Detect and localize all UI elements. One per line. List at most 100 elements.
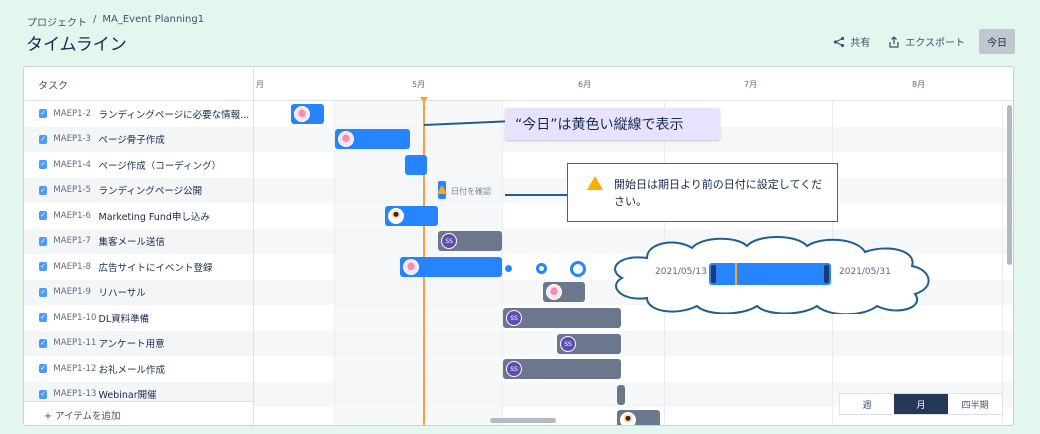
breadcrumb: プロジェクト / MA_Event Planning1 (27, 14, 204, 29)
today-line-zoomed (735, 263, 737, 285)
vertical-scrollbar[interactable] (1007, 105, 1012, 265)
task-summary[interactable]: ページ作成（コーディング） (99, 158, 254, 172)
bar-maep1-12[interactable]: SS (503, 359, 621, 379)
export-button[interactable]: エクスポート (884, 31, 969, 52)
share-button[interactable]: 共有 (829, 31, 874, 52)
task-summary[interactable]: DL資料準備 (99, 311, 254, 325)
task-key[interactable]: MAEP1-8 (53, 262, 96, 272)
share-label: 共有 (850, 38, 871, 49)
task-column-header: タスク (24, 67, 253, 101)
today-button[interactable]: 今日 (979, 29, 1015, 54)
bar-maep1-7[interactable]: SS (438, 231, 502, 251)
month-label: 5月 (412, 80, 426, 89)
task-key[interactable]: MAEP1-13 (53, 389, 96, 399)
drag-dot (505, 265, 512, 272)
warning-callout: 開始日は期日より前の日付に設定してください。 (567, 163, 838, 222)
avatar (294, 106, 310, 122)
task-key[interactable]: MAEP1-11 (53, 338, 96, 348)
task-key[interactable]: MAEP1-7 (53, 236, 96, 246)
avatar (338, 131, 354, 147)
bar-extra[interactable] (617, 410, 660, 425)
top-actions: 共有 エクスポート 今日 (829, 29, 1015, 54)
page-title: タイムライン (26, 35, 127, 55)
task-summary[interactable]: お礼メール作成 (99, 362, 254, 376)
drag-dot (570, 261, 586, 277)
task-key[interactable]: MAEP1-5 (53, 185, 96, 195)
view-week-button[interactable]: 週 (840, 394, 894, 414)
avatar (546, 284, 562, 300)
task-list: タスク ✓ MAEP1-2 ランディングページに必要な情報... ✓ MAEP1-3 ペー… (24, 67, 254, 425)
task-summary[interactable]: 広告サイトにイベント登録 (99, 260, 254, 274)
bar-maep1-4[interactable] (405, 155, 427, 175)
task-row[interactable]: ✓ MAEP1-10 DL資料準備 (24, 305, 253, 331)
task-summary[interactable]: アンケート用意 (99, 336, 254, 350)
bar-maep1-8[interactable] (400, 257, 502, 277)
month-label: 月 (256, 80, 264, 89)
export-label: エクスポート (905, 38, 965, 49)
view-month-button[interactable]: 月 (894, 394, 948, 414)
bar-maep1-2[interactable] (291, 104, 324, 124)
avatar: SS (506, 310, 522, 326)
warning-icon (437, 185, 447, 194)
warning-text: 開始日は期日より前の日付に設定してください。 (614, 178, 823, 208)
task-row[interactable]: ✓ MAEP1-7 集客メール送信 (24, 228, 254, 254)
task-summary[interactable]: ページ骨子作成 (99, 132, 254, 146)
zoomed-bar-area: 2021/05/13 2021/05/31 (647, 260, 897, 288)
task-summary[interactable]: 集客メール送信 (99, 234, 254, 248)
task-key[interactable]: MAEP1-3 (53, 134, 96, 144)
task-row[interactable]: ✓ MAEP1-6 Marketing Fund申し込み (24, 203, 253, 229)
confirm-date-label[interactable]: 日付を確認 (451, 186, 491, 197)
checkbox-icon: ✓ (39, 211, 48, 221)
month-label: 8月 (912, 80, 926, 89)
bar-maep1-11[interactable]: SS (557, 334, 621, 354)
resize-handle-end[interactable] (824, 265, 829, 283)
share-icon (834, 36, 845, 47)
today-callout: “今日”は黄色い縦線で表示 (505, 108, 720, 140)
bar-maep1-9[interactable] (543, 282, 585, 302)
task-key[interactable]: MAEP1-2 (53, 109, 96, 119)
task-key[interactable]: MAEP1-6 (53, 211, 96, 221)
task-summary[interactable]: Marketing Fund申し込み (99, 209, 254, 223)
bar-maep1-10[interactable]: SS (503, 308, 621, 328)
checkbox-icon: ✓ (39, 185, 48, 195)
task-row[interactable]: ✓ MAEP1-9 リハーサル (24, 279, 254, 305)
task-key[interactable]: MAEP1-9 (53, 287, 96, 297)
task-row[interactable]: ✓ MAEP1-2 ランディングページに必要な情報... (24, 101, 253, 127)
task-row[interactable]: ✓ MAEP1-8 広告サイトにイベント登録 (24, 254, 253, 280)
checkbox-icon: ✓ (39, 109, 48, 119)
month-label: 7月 (744, 80, 758, 89)
task-key[interactable]: MAEP1-10 (53, 313, 96, 323)
add-item-button[interactable]: + アイテムを追加 (24, 401, 253, 425)
task-row[interactable]: ✓ MAEP1-11 アンケート用意 (24, 330, 254, 356)
view-quarter-button[interactable]: 四半期 (948, 394, 1002, 414)
breadcrumb-separator: / (93, 14, 97, 25)
task-row[interactable]: ✓ MAEP1-4 ページ作成（コーディング） (24, 152, 253, 178)
task-key[interactable]: MAEP1-12 (53, 364, 96, 374)
task-key[interactable]: MAEP1-4 (53, 160, 96, 170)
avatar (403, 259, 419, 275)
drag-dot (536, 263, 547, 274)
export-icon (889, 35, 899, 48)
breadcrumb-current[interactable]: MA_Event Planning1 (102, 14, 204, 29)
zoomed-bar[interactable] (709, 263, 831, 285)
bar-maep1-3[interactable] (335, 129, 410, 149)
task-row[interactable]: ✓ MAEP1-5 ランディングページ公開 (24, 177, 254, 203)
task-summary[interactable]: リハーサル (99, 285, 254, 299)
task-summary[interactable]: ランディングページ公開 (99, 183, 254, 197)
checkbox-icon: ✓ (39, 262, 48, 272)
range-end-date: 2021/05/31 (839, 267, 891, 277)
callout-connector (505, 194, 567, 196)
resize-handle-start[interactable] (711, 265, 716, 283)
horizontal-scrollbar[interactable] (490, 418, 556, 423)
checkbox-icon: ✓ (39, 364, 48, 374)
task-row[interactable]: ✓ MAEP1-12 お礼メール作成 (24, 356, 253, 382)
task-summary[interactable]: ランディングページに必要な情報... (99, 107, 254, 121)
task-row[interactable]: ✓ MAEP1-3 ページ骨子作成 (24, 126, 254, 152)
task-summary[interactable]: Webinar開催 (99, 387, 254, 401)
checkbox-icon: ✓ (39, 287, 48, 297)
avatar: SS (506, 361, 522, 377)
bar-maep1-13[interactable] (617, 385, 625, 405)
bar-maep1-6[interactable] (385, 206, 438, 226)
breadcrumb-project[interactable]: プロジェクト (27, 14, 87, 29)
checkbox-icon: ✓ (39, 236, 48, 246)
